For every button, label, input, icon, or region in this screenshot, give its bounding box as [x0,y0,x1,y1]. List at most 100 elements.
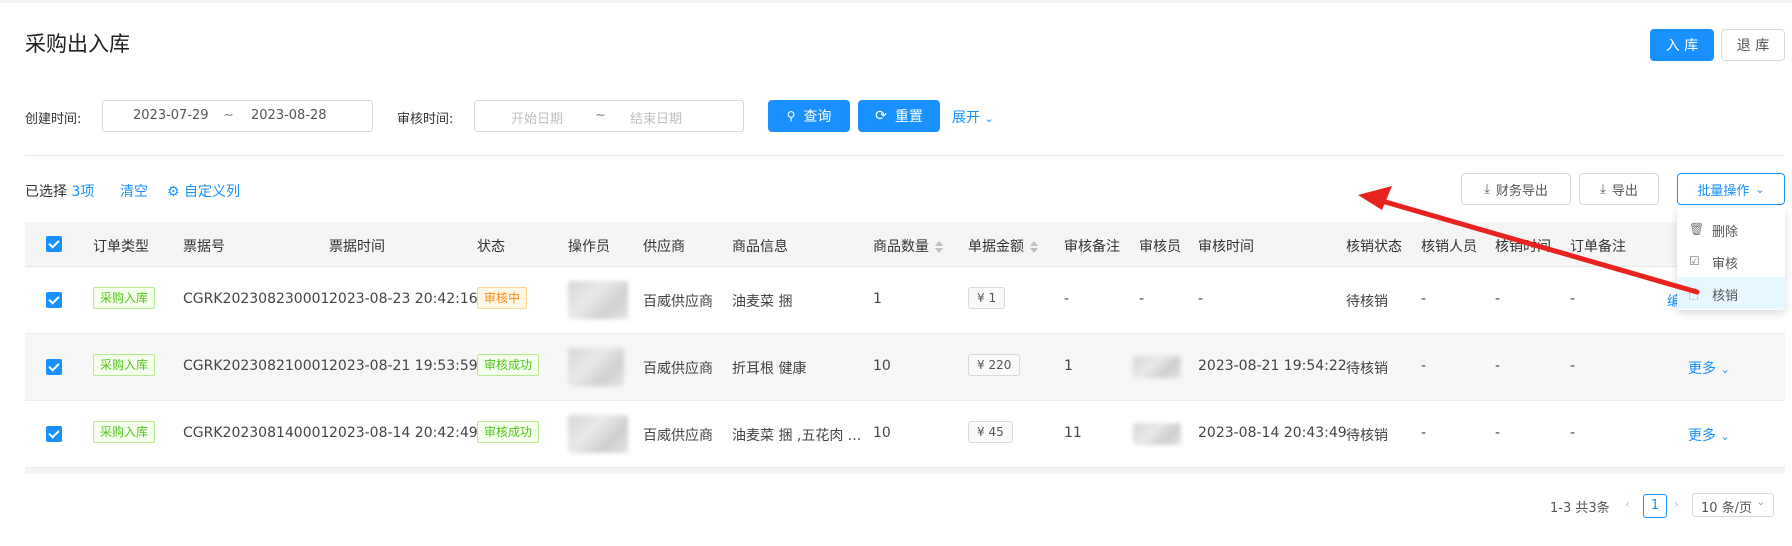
menu-item-audit[interactable]: ☑ 审核 [1677,245,1785,277]
column-header: 状态 [477,239,505,255]
created-date-range[interactable]: 2023-07-29 ~ 2023-08-28 [102,100,373,132]
writeoff-status: 待核销 [1346,428,1388,444]
order-note: - [1570,425,1576,441]
finance-export-button[interactable]: ⤓ 财务导出 [1461,173,1571,205]
audit-time: - [1198,291,1204,307]
stock-return-button[interactable]: 退 库 [1721,29,1785,61]
custom-columns-link[interactable]: ⚙ 自定义列 [167,181,240,201]
column-header: 供应商 [643,239,685,255]
column-header: 审核时间 [1198,239,1254,255]
expand-label: 展开 [952,110,980,126]
writeoff-time: - [1495,291,1501,307]
audit-date-range[interactable]: 开始日期 ~ 结束日期 [474,100,744,132]
clear-selection-link[interactable]: 清空 [120,181,148,201]
writeoff-time: - [1495,425,1501,441]
column-header-label: 商品数量 [873,239,929,255]
column-header: 商品信息 [732,239,788,255]
table-row[interactable]: 采购入库 CGRK202308140001 2023-08-14 20:42:4… [25,401,1785,468]
column-header: 审核员 [1139,239,1181,255]
audit-note: - [1064,291,1070,307]
goods-info: 油麦菜 捆 [732,294,793,310]
batch-operation-menu: 🗑 删除 ☑ 审核 🗋 核销 [1677,208,1785,310]
created-time-label: 创建时间: [25,112,82,127]
current-page[interactable]: 1 [1643,494,1667,518]
writeoff-person: - [1421,291,1427,307]
check-square-icon: ☑ [1689,254,1700,268]
more-actions-link[interactable]: 更多 ⌄ [1688,425,1730,445]
prev-page-icon[interactable]: ‹ [1625,497,1630,511]
search-icon: ⚲ [786,109,796,123]
column-header-label: 单据金额 [968,239,1024,255]
quantity: 10 [873,425,891,441]
order-type-tag: 采购入库 [93,421,156,443]
created-end-date[interactable]: 2023-08-28 [251,108,327,123]
goods-info: 油麦菜 捆 ,五花肉 ... [732,428,862,444]
row-checkbox[interactable] [46,426,62,442]
bill-time: 2023-08-14 20:42:49 [329,425,478,441]
column-header-amount[interactable]: 单据金额 [968,236,1038,256]
column-header: 核销人员 [1421,239,1477,255]
supplier: 百威供应商 [643,428,713,444]
selection-summary: 已选择 3项 [25,181,94,201]
bill-number: CGRK202308210001 [183,358,330,374]
operator-avatar-blurred [568,281,628,319]
menu-item-delete[interactable]: 🗑 删除 [1677,213,1785,245]
select-all-checkbox[interactable] [46,236,62,252]
table-row[interactable]: 采购入库 CGRK202308210001 2023-08-21 19:53:5… [25,334,1785,401]
chevron-down-icon: ⌄ [984,112,994,125]
amount-badge: ¥ 220 [968,354,1021,376]
auditor: - [1139,291,1145,307]
bill-time: 2023-08-21 19:53:59 [329,358,478,374]
page-size-select[interactable]: 10 条/页 ⌄ [1692,493,1774,517]
auditor-blurred [1133,356,1181,378]
sort-icon[interactable] [935,241,943,253]
selection-count: 3项 [71,184,95,200]
order-type-tag: 采购入库 [93,354,156,376]
column-header: 订单备注 [1570,239,1626,255]
chevron-down-icon: ⌄ [1756,497,1765,508]
page-title: 采购出入库 [25,32,130,56]
selection-prefix: 已选择 [25,184,67,200]
trash-icon: 🗑 [1689,222,1705,236]
table-row[interactable]: 采购入库 CGRK202308230001 2023-08-23 20:42:1… [25,267,1785,334]
chevron-down-icon: ⌄ [1720,363,1730,376]
audit-time: 2023-08-21 19:54:22 [1198,358,1347,374]
sort-icon[interactable] [1030,241,1038,253]
batch-operation-button[interactable]: 批量操作 ⌄ [1677,173,1785,205]
menu-item-writeoff[interactable]: 🗋 核销 [1677,277,1785,309]
query-button[interactable]: ⚲ 查询 [768,100,850,132]
more-actions-link[interactable]: 更多 ⌄ [1688,358,1730,378]
export-button[interactable]: ⤓ 导出 [1579,173,1659,205]
row-checkbox[interactable] [46,359,62,375]
order-type-tag: 采购入库 [93,287,156,309]
goods-info: 折耳根 健康 [732,361,807,377]
stock-in-button[interactable]: 入 库 [1650,29,1714,61]
table-header: 订单类型 票据号 票据时间 状态 操作员 供应商 商品信息 商品数量 单据金额 … [25,222,1785,267]
column-header: 票据号 [183,239,225,255]
custom-columns-label: 自定义列 [184,184,241,200]
row-checkbox[interactable] [46,292,62,308]
range-separator: ~ [223,108,234,123]
expand-filters-link[interactable]: 展开 ⌄ [952,107,994,127]
document-icon: 🗋 [1689,288,1699,302]
audit-time-label: 审核时间: [397,112,454,127]
operator-avatar-blurred [568,348,624,386]
next-page-icon[interactable]: › [1674,497,1679,511]
writeoff-status: 待核销 [1346,361,1388,377]
audit-end-date[interactable]: 结束日期 [630,108,682,127]
bill-number: CGRK202308230001 [183,291,330,307]
export-label: 导出 [1611,183,1638,199]
auditor-blurred [1133,423,1181,445]
audit-note: 1 [1064,358,1073,374]
column-header: 核销时间 [1495,239,1551,255]
more-label: 更多 [1688,428,1716,444]
quantity: 10 [873,358,891,374]
column-header: 订单类型 [93,239,149,255]
query-button-label: 查询 [803,109,832,125]
refresh-icon: ⟳ [875,108,887,124]
reset-button[interactable]: ⟳ 重置 [858,100,940,132]
column-header: 操作员 [568,239,610,255]
column-header-quantity[interactable]: 商品数量 [873,236,943,256]
created-start-date[interactable]: 2023-07-29 [133,108,209,123]
audit-start-date[interactable]: 开始日期 [511,108,563,127]
